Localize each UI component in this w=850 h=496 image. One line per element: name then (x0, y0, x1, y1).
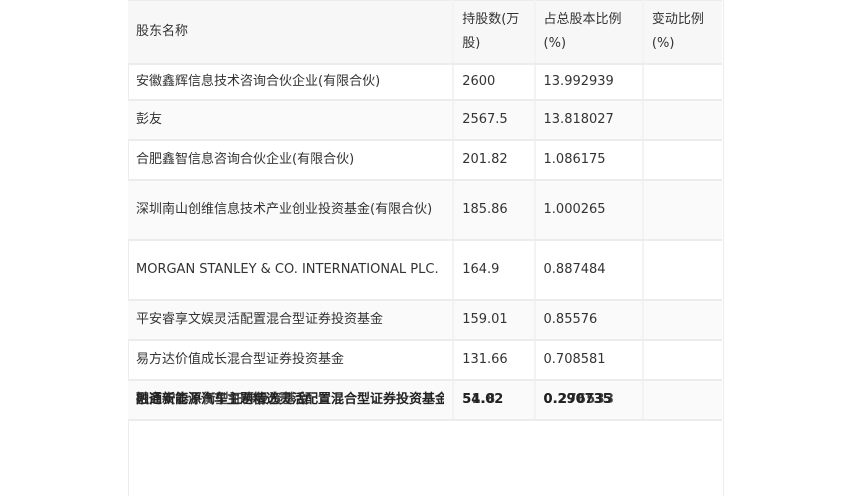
table-row: 彭友 2567.5 13.818027 (128, 100, 722, 141)
header-shares: 持股数(万股) (453, 0, 536, 65)
ratio-value: 1.086175 (534, 140, 644, 181)
table-row: 深圳南山创维信息技术产业创业投资基金(有限合伙) 185.86 1.000265 (128, 180, 722, 241)
ratio-value: 1.000265 (534, 180, 644, 241)
shares-value: 185.86 (453, 180, 536, 241)
shareholder-name: 安徽鑫辉信息技术咨询合伙企业(有限合伙) (128, 64, 455, 101)
shareholder-name: MORGAN STANLEY & CO. INTERNATIONAL PLC. (128, 240, 455, 301)
ratio-value-b: 0.276533 (543, 392, 615, 407)
shares-value: 2567.5 (453, 100, 536, 141)
header-change: 变动比例(%) (642, 0, 722, 65)
shareholder-name: 平安睿享文娱灵活配置混合型证券投资基金 (128, 300, 455, 341)
shares-value: 159.01 (453, 300, 536, 341)
shareholder-name: 深圳南山创维信息技术产业创业投资基金(有限合伙) (128, 180, 455, 241)
table-row: 安徽鑫辉信息技术咨询合伙企业(有限合伙) 2600 13.992939 (128, 64, 722, 101)
shareholder-name-b: 招商安泰平衡型证券投资基金 (136, 392, 309, 407)
table-row: 平安睿享文娱灵活配置混合型证券投资基金 159.01 0.85576 (128, 300, 722, 341)
change-value (642, 240, 722, 301)
change-value (642, 64, 722, 101)
change-value (642, 300, 722, 341)
change-value (642, 100, 722, 141)
ratio-value: 0.708581 (534, 340, 644, 381)
shares-value-overlapped: 54.02 51.8 (453, 380, 536, 421)
shares-value: 131.66 (453, 340, 536, 381)
shares-value: 164.9 (453, 240, 536, 301)
change-value (642, 380, 722, 421)
ratio-value: 13.818027 (534, 100, 644, 141)
ratio-value: 0.887484 (534, 240, 644, 301)
shares-value: 201.82 (453, 140, 536, 181)
table-row: MORGAN STANLEY & CO. INTERNATIONAL PLC. … (128, 240, 722, 301)
ratio-value: 13.992939 (534, 64, 644, 101)
shareholders-table: 股东名称 持股数(万股) 占总股本比例(%) 变动比例(%) 安徽鑫辉信息技术咨… (128, 0, 722, 421)
change-value (642, 140, 722, 181)
shareholder-name: 合肥鑫智信息咨询合伙企业(有限合伙) (128, 140, 455, 181)
table-row: 易方达价值成长混合型证券投资基金 131.66 0.708581 (128, 340, 722, 381)
change-value (642, 180, 722, 241)
shares-value-b: 51.8 (462, 392, 496, 407)
shares-value: 2600 (453, 64, 536, 101)
table-row: 合肥鑫智信息咨询合伙企业(有限合伙) 201.82 1.086175 (128, 140, 722, 181)
shareholder-name-overlapped: 融通新能源汽车主题精选灵活配置混合型证券投资基金 招商安泰平衡型证券投资基金 (128, 380, 455, 421)
ratio-value-overlapped: 0.290735 0.276533 (534, 380, 644, 421)
table-header-row: 股东名称 持股数(万股) 占总股本比例(%) 变动比例(%) (128, 0, 722, 65)
header-ratio: 占总股本比例(%) (534, 0, 644, 65)
table-row-overlapped: 融通新能源汽车主题精选灵活配置混合型证券投资基金 招商安泰平衡型证券投资基金 5… (128, 380, 722, 421)
change-value (642, 340, 722, 381)
shareholder-name: 易方达价值成长混合型证券投资基金 (128, 340, 455, 381)
shareholder-name: 彭友 (128, 100, 455, 141)
ratio-value: 0.85576 (534, 300, 644, 341)
header-shareholder-name: 股东名称 (128, 0, 455, 65)
